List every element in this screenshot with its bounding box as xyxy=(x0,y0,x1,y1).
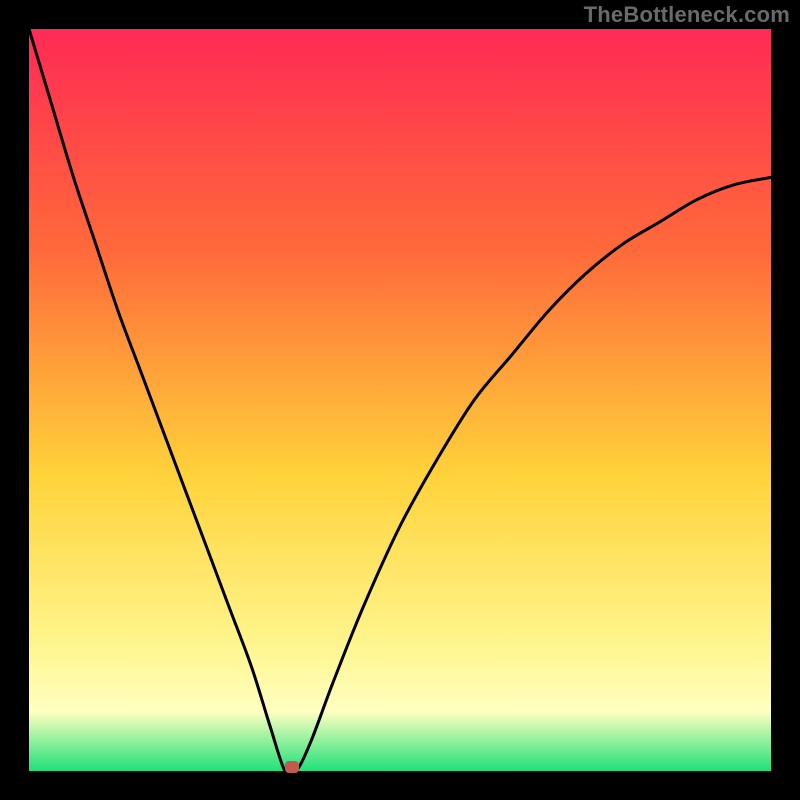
watermark-text: TheBottleneck.com xyxy=(584,2,790,28)
chart-frame: TheBottleneck.com xyxy=(0,0,800,800)
plot-background xyxy=(29,29,771,771)
optimal-point-marker xyxy=(285,761,299,773)
bottleneck-plot xyxy=(29,29,771,771)
